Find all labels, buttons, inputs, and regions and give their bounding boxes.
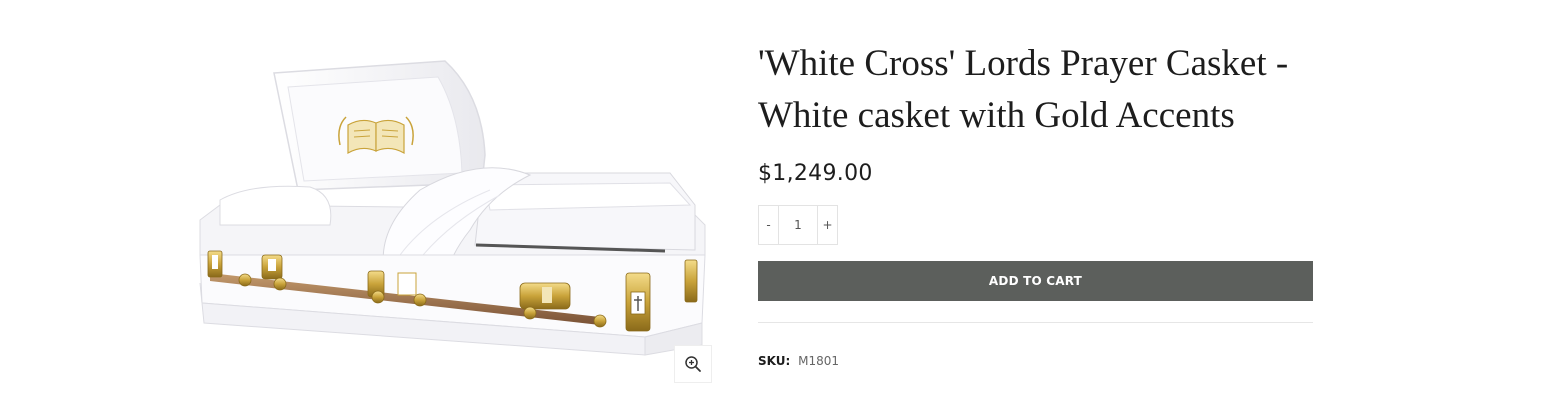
zoom-button[interactable] (674, 345, 712, 383)
product-title-line-1: 'White Cross' Lords Prayer Casket - (758, 43, 1289, 84)
quantity-increase-button[interactable]: + (817, 206, 837, 244)
product-image[interactable] (190, 55, 715, 390)
quantity-decrease-button[interactable]: - (759, 206, 779, 244)
casket-illustration (199, 60, 706, 356)
zoom-in-icon (685, 356, 701, 372)
product-summary: 'White Cross' Lords Prayer Casket - Whit… (758, 38, 1313, 368)
quantity-stepper: - + (758, 205, 838, 245)
sku-value: M1801 (798, 354, 840, 368)
product-price: $1,249.00 (758, 161, 873, 186)
sku-label: SKU: (758, 354, 791, 368)
product-meta: SKU: M1801 (758, 354, 1313, 368)
divider (758, 322, 1313, 323)
product-title-line-2: White casket with Gold Accents (758, 95, 1235, 136)
quantity-input[interactable] (779, 206, 817, 244)
add-to-cart-button[interactable]: ADD TO CART (758, 261, 1313, 301)
product-title: 'White Cross' Lords Prayer Casket - Whit… (758, 38, 1313, 142)
